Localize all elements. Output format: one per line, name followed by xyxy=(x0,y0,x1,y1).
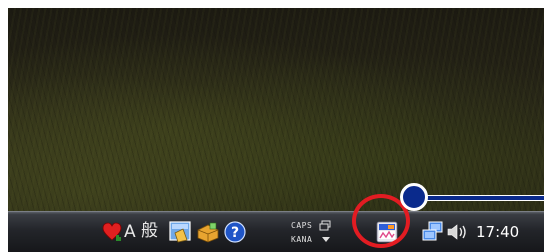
svg-text:?: ? xyxy=(231,225,239,241)
callout-marker xyxy=(400,183,428,211)
alert-heart-icon[interactable] xyxy=(102,221,122,243)
screen: A 般 ? CAPS KANA 17:40 xyxy=(8,8,544,252)
network-icon[interactable] xyxy=(422,221,444,243)
volume-icon[interactable] xyxy=(446,222,470,242)
desktop-wallpaper xyxy=(8,8,544,211)
language-indicator[interactable]: A xyxy=(124,222,136,242)
chevron-down-icon[interactable] xyxy=(321,236,331,243)
caps-indicator: CAPS xyxy=(291,221,313,230)
ime-pad-icon[interactable] xyxy=(169,220,193,244)
kana-indicator: KANA xyxy=(291,235,313,244)
callout-line xyxy=(426,195,544,201)
taskbar: A 般 ? CAPS KANA 17:40 xyxy=(8,211,544,252)
ime-tools-icon[interactable] xyxy=(196,221,220,243)
help-icon[interactable]: ? xyxy=(224,221,246,243)
ime-mode-indicator[interactable]: 般 xyxy=(141,221,158,241)
tray-app-icon[interactable] xyxy=(376,221,398,243)
clock[interactable]: 17:40 xyxy=(476,223,519,241)
ime-settings-icon[interactable] xyxy=(319,220,331,231)
